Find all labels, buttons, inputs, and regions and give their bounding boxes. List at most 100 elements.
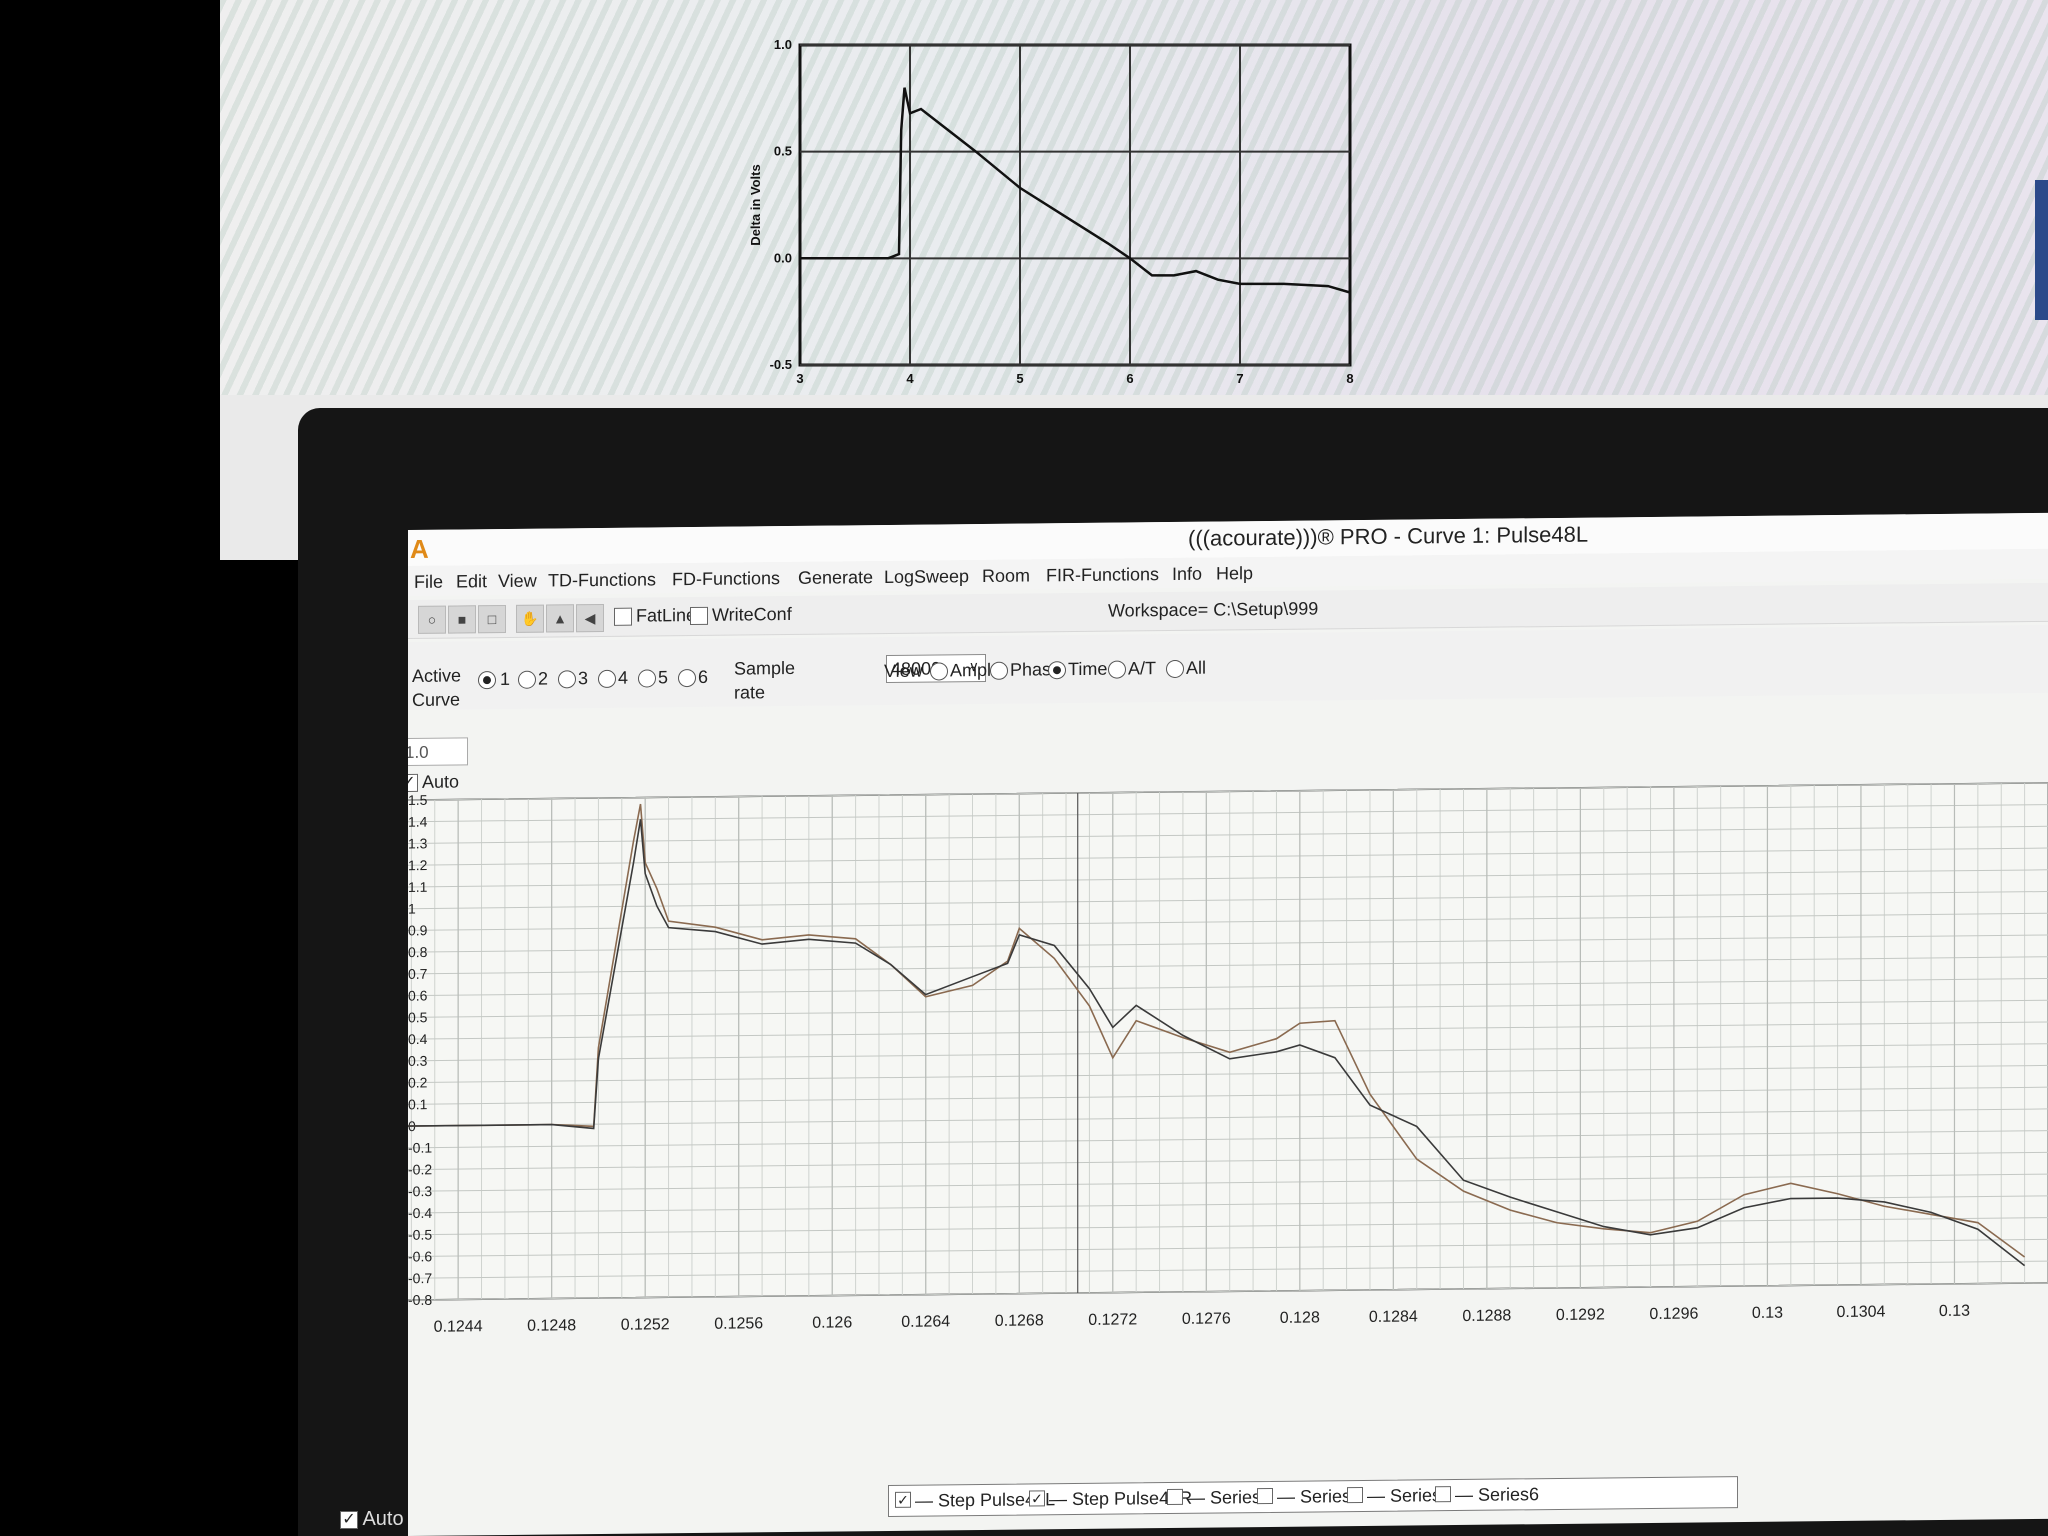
- app-window: A (((acourate)))® PRO - Curve 1: Pulse48…: [408, 512, 2048, 1536]
- legend-check-5[interactable]: [1347, 1486, 1363, 1504]
- writeconf-checkbox[interactable]: [690, 606, 708, 626]
- ref-series-line: [800, 87, 1351, 294]
- curve-radio-1-label: 1: [500, 668, 511, 690]
- delete-icon[interactable]: ▲: [546, 604, 574, 633]
- fatline-checkbox[interactable]: [614, 607, 632, 626]
- screen-edge: [2035, 180, 2048, 320]
- undo-icon[interactable]: ◀: [576, 603, 604, 633]
- ref-x-tick-label: 8: [1346, 371, 1353, 386]
- view-radio-ampl[interactable]: [930, 662, 948, 681]
- open-icon[interactable]: ○: [418, 605, 446, 634]
- legend-check-1[interactable]: ✓: [895, 1491, 911, 1508]
- workspace-path: Workspace= C:\Setup\999: [1108, 598, 1319, 621]
- curve-radio-4[interactable]: [598, 669, 616, 689]
- x-tick-label: 0.1248: [527, 1317, 576, 1335]
- y-tick-label: 1.5: [408, 792, 428, 808]
- view-radio-at-label: A/T: [1128, 658, 1157, 679]
- view-radio-time-label: Time: [1068, 658, 1108, 680]
- x-tick-label: 0.1304: [1836, 1304, 1885, 1322]
- y-tick-label: 1.3: [408, 835, 428, 851]
- x-tick-label: 0.1252: [621, 1316, 670, 1334]
- y-tick-label: -0.6: [408, 1248, 432, 1264]
- writeconf-label: WriteConf: [712, 603, 792, 625]
- y-tick-label: -0.5: [408, 1227, 432, 1243]
- y-tick-label: 1: [408, 901, 416, 917]
- legend: ✓ — Step Pulse48L ✓ — Step Pulse48R — Se…: [888, 1476, 1738, 1517]
- menu-fd-functions[interactable]: FD-Functions: [672, 568, 780, 590]
- ref-x-tick-label: 3: [796, 371, 803, 386]
- menu-view[interactable]: View: [498, 571, 537, 592]
- y-tick-label: -0.2: [408, 1161, 432, 1177]
- curve-radio-2-label: 2: [538, 668, 549, 689]
- y-tick-label: -0.4: [408, 1205, 432, 1221]
- curve-radio-2[interactable]: [518, 670, 536, 689]
- ref-x-tick-label: 7: [1236, 371, 1243, 386]
- menu-generate[interactable]: Generate: [798, 567, 873, 589]
- curve-radio-3[interactable]: [558, 670, 576, 689]
- bottom-auto-label: Auto: [362, 1508, 404, 1530]
- legend-check-3[interactable]: [1167, 1488, 1183, 1506]
- ref-y-tick-label: -0.5: [770, 357, 792, 372]
- menu-logsweep[interactable]: LogSweep: [884, 566, 969, 588]
- menu-help[interactable]: Help: [1216, 563, 1253, 584]
- x-tick-label: 0.1268: [995, 1312, 1044, 1330]
- view-radio-all[interactable]: [1166, 659, 1184, 679]
- view-radio-time[interactable]: [1048, 661, 1066, 680]
- ref-plot-frame: [798, 43, 1352, 367]
- active-curve-label: Active: [412, 665, 462, 686]
- curve-controls: [408, 624, 2048, 710]
- curve-radio-4-label: 4: [618, 667, 629, 688]
- menu-fir-functions[interactable]: FIR-Functions: [1046, 564, 1159, 586]
- copy-icon[interactable]: □: [478, 604, 506, 634]
- active-curve-label-2: Curve: [412, 689, 461, 710]
- view-radio-at[interactable]: [1108, 660, 1126, 679]
- x-tick-label: 0.1284: [1369, 1308, 1418, 1326]
- legend-check-2[interactable]: ✓: [1029, 1490, 1045, 1507]
- y-tick-label: 0.2: [408, 1074, 428, 1090]
- bottom-auto: ✓ Auto: [340, 1508, 404, 1531]
- menu-room[interactable]: Room: [982, 565, 1030, 587]
- ref-y-axis-label: Delta in Volts: [748, 164, 763, 245]
- view-radio-phas[interactable]: [990, 661, 1008, 680]
- menu-info[interactable]: Info: [1172, 564, 1202, 585]
- y-tick-label: -0.3: [408, 1183, 432, 1199]
- sample-rate-label-2: rate: [734, 682, 766, 703]
- fatline-label: FatLine: [636, 604, 697, 626]
- ref-x-tick-label: 4: [906, 371, 914, 386]
- legend-check-4[interactable]: [1257, 1487, 1273, 1505]
- curve-radio-5-label: 5: [658, 667, 669, 688]
- curve-radio-5[interactable]: [638, 669, 656, 688]
- x-tick-label: 0.1276: [1182, 1310, 1231, 1328]
- x-tick-label: 0.1272: [1088, 1311, 1137, 1329]
- time-plot[interactable]: 1.5 1.4 1.3 1.2 1.1 1 0.9 0.8 0.7 0.6 0.5 0.4 0.3 0.2…: [408, 743, 2048, 1350]
- legend-check-6[interactable]: [1435, 1486, 1451, 1503]
- reference-chart: 3 4 5 6 7 8 1.0 0.5 0.0 -0.5 Delta in Volts: [748, 37, 1354, 386]
- y-tick-label: 0.5: [408, 1009, 428, 1025]
- menu-edit[interactable]: Edit: [456, 571, 487, 592]
- view-label: View: [884, 660, 923, 682]
- save-icon[interactable]: ■: [448, 605, 476, 634]
- view-radio-ampl-label: Ampl: [950, 659, 992, 681]
- y-tick-label: 0.1: [408, 1096, 428, 1112]
- x-tick-label: 0.1256: [714, 1315, 763, 1333]
- x-tick-label: 0.1288: [1462, 1307, 1511, 1325]
- ref-x-tick-label: 6: [1126, 371, 1133, 386]
- photo-scene: 3 4 5 6 7 8 1.0 0.5 0.0 -0.5 Delta in Volts A (((a…: [0, 0, 2048, 1536]
- plot-area: [408, 782, 2048, 1301]
- y-tick-label: 0.8: [408, 944, 428, 960]
- y-tick-label: 1.4: [408, 814, 428, 830]
- curve-radio-6[interactable]: [678, 668, 696, 688]
- ref-y-tick-label: 0.0: [774, 250, 792, 265]
- menu-td-functions[interactable]: TD-Functions: [548, 569, 656, 591]
- x-tick-label: 0.128: [1280, 1309, 1320, 1326]
- curve-radio-1[interactable]: [478, 671, 496, 690]
- bottom-auto-checkbox[interactable]: ✓: [340, 1510, 358, 1529]
- menu-file[interactable]: File: [414, 572, 443, 593]
- hand-icon[interactable]: ✋: [516, 604, 544, 633]
- ref-y-tick-label: 0.5: [774, 144, 792, 159]
- sample-rate-label: Sample: [734, 657, 796, 679]
- view-radio-all-label: All: [1186, 657, 1207, 678]
- window-title: (((acourate)))® PRO - Curve 1: Pulse48L: [1188, 521, 1589, 551]
- x-tick-label: 0.1292: [1556, 1306, 1605, 1324]
- y-tick-label: -0.7: [408, 1270, 432, 1286]
